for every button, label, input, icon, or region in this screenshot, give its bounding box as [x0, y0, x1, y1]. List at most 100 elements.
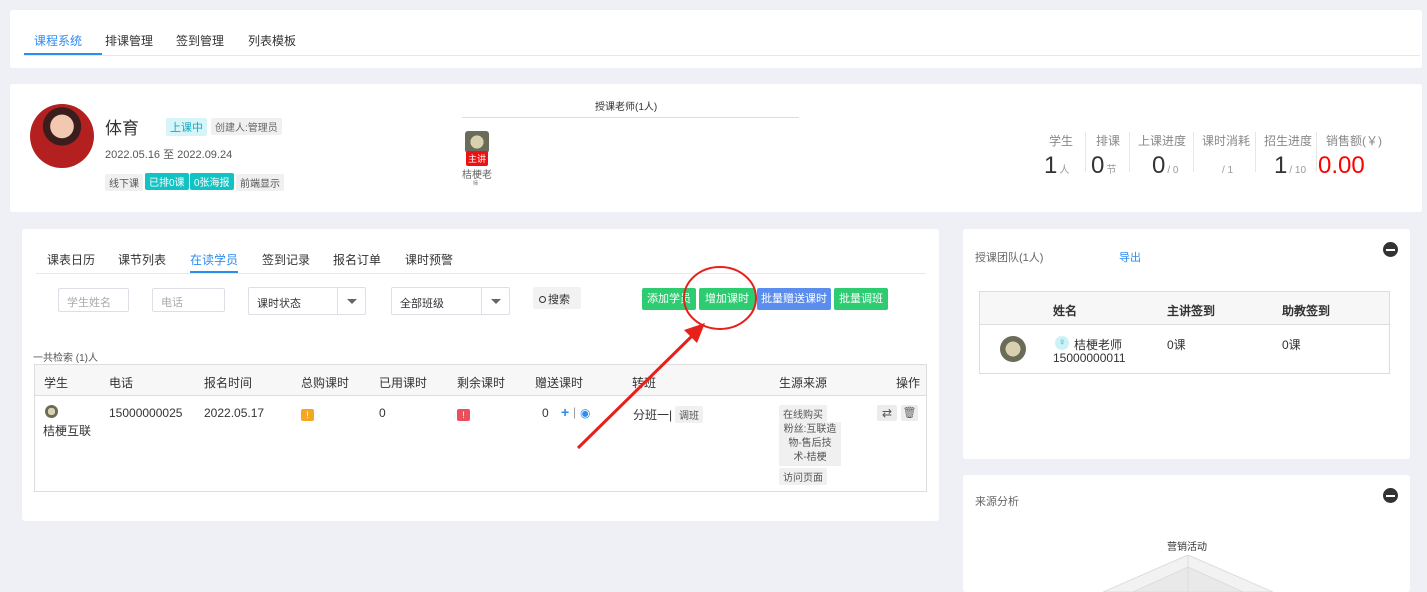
source-collapse-icon[interactable]	[1383, 488, 1398, 503]
subtab-divider	[36, 273, 926, 274]
transfer-class-tag[interactable]: 调班	[675, 406, 703, 423]
teachers-title: 授课老师(1人)	[595, 102, 658, 113]
col-actions: 操作	[896, 376, 921, 390]
student-name-input[interactable]: 学生姓名	[58, 288, 129, 312]
team-col-assist-sign: 助教签到	[1282, 304, 1331, 318]
tag-posters: 0张海报	[190, 173, 234, 190]
source-analysis-card: 来源分析 营销活动	[963, 475, 1410, 592]
teachers-divider	[462, 117, 799, 118]
stat-sep-1	[1085, 132, 1086, 172]
team-member-avatar[interactable]	[1000, 336, 1026, 362]
transfer-icon[interactable]: ⇄	[877, 405, 897, 421]
top-nav-divider	[24, 55, 1420, 56]
subtab-students[interactable]: 在读学员	[190, 251, 238, 268]
tag-offline: 线下课	[105, 174, 143, 191]
lesson-status-select[interactable]: 课时状态	[248, 287, 366, 315]
tag-scheduled: 已排0课	[145, 173, 189, 190]
stat-progress-value: 0/ 0	[1152, 152, 1179, 179]
add-gift-icon[interactable]: +	[561, 404, 569, 420]
stat-sales-label: 销售额(￥)	[1326, 134, 1382, 148]
remain-warning-badge: !	[457, 409, 470, 421]
chevron-down-icon	[337, 288, 365, 314]
students-card: 课表日历 课节列表 在读学员 签到记录 报名订单 课时预警 学生姓名 电话 课时…	[22, 229, 939, 521]
teacher-role-badge: 主讲	[466, 151, 489, 166]
team-assist-sign: 0课	[1282, 338, 1301, 352]
gift-lessons: 0	[542, 406, 549, 420]
subtab-calendar[interactable]: 课表日历	[47, 251, 95, 268]
stat-enroll-value: 1/ 10	[1274, 152, 1307, 179]
member-gender-icon: ♀	[1055, 336, 1069, 350]
team-collapse-icon[interactable]	[1383, 242, 1398, 257]
stat-consume-value: / 1	[1222, 165, 1234, 176]
team-col-main-sign: 主讲签到	[1167, 304, 1216, 318]
top-tab-list-template[interactable]: 列表模板	[248, 32, 296, 49]
student-phone: 15000000025	[109, 406, 183, 420]
team-export-link[interactable]: 导出	[1119, 249, 1141, 265]
add-student-button[interactable]: 添加学员	[642, 288, 696, 310]
used-lessons: 0	[379, 406, 386, 420]
total-warning-badge: !	[301, 409, 314, 421]
total-count: 一共检索 (1)人	[33, 353, 98, 364]
stat-students-value: 1人	[1044, 152, 1070, 179]
radar-chart	[1103, 555, 1273, 592]
course-title: 体育	[105, 119, 139, 138]
eye-icon[interactable]: ◉	[580, 406, 590, 420]
team-table: 姓名 主讲签到 助教签到 ♀ 桔梗老师 15000000011 0课 0课	[979, 291, 1390, 374]
stat-sep-5	[1316, 132, 1317, 172]
student-avatar[interactable]	[45, 405, 58, 418]
top-nav-card: 课程系统 排课管理 签到管理 列表模板	[10, 10, 1422, 68]
stat-enroll-label: 招生进度	[1264, 134, 1313, 148]
team-main-sign: 0课	[1167, 338, 1186, 352]
search-button[interactable]: 搜索	[533, 287, 581, 309]
course-creator-tag: 创建人:管理员	[211, 118, 282, 135]
divider-bar: |	[573, 405, 577, 419]
table-row: 桔梗互联 15000000025 2022.05.17 ! 0 ! 0 + | …	[35, 397, 926, 491]
stat-sep-2	[1129, 132, 1130, 172]
search-icon	[539, 296, 546, 303]
teacher-name: 桔梗老	[462, 170, 492, 181]
course-dates: 2022.05.16 至 2022.09.24	[105, 149, 233, 161]
course-header-card: 体育 上课中 创建人:管理员 2022.05.16 至 2022.09.24 线…	[10, 84, 1422, 212]
stat-sep-4	[1255, 132, 1256, 172]
subtab-warning[interactable]: 课时预警	[405, 251, 453, 268]
col-enroll-date: 报名时间	[204, 376, 253, 390]
add-lessons-button[interactable]: 增加课时	[699, 288, 755, 310]
delete-icon[interactable]: 🗑	[901, 405, 918, 421]
subtab-lessons[interactable]: 课节列表	[118, 251, 166, 268]
course-status-badge: 上课中	[166, 118, 207, 136]
stat-schedule-label: 排课	[1096, 134, 1121, 148]
stat-students-label: 学生	[1049, 134, 1074, 148]
team-col-name: 姓名	[1053, 304, 1078, 318]
subtab-orders[interactable]: 报名订单	[333, 251, 381, 268]
stat-consume-label: 课时消耗	[1202, 134, 1251, 148]
top-tab-course-system[interactable]: 课程系统	[34, 32, 82, 49]
stat-schedule-value: 0节	[1091, 152, 1117, 179]
source-analysis-title: 来源分析	[975, 496, 1019, 508]
phone-input[interactable]: 电话	[152, 288, 225, 312]
col-transfer: 转班	[632, 376, 657, 390]
batch-gift-button[interactable]: 批量赠送课时	[757, 288, 831, 310]
class-name: 分班一|	[633, 408, 673, 422]
stat-sep-3	[1193, 132, 1194, 172]
top-tab-schedule[interactable]: 排课管理	[105, 32, 153, 49]
student-name[interactable]: 桔梗互联	[43, 422, 91, 439]
batch-transfer-button[interactable]: 批量调班	[834, 288, 888, 310]
source-purchase: 在线购买	[779, 405, 827, 422]
chevron-down-icon	[481, 288, 509, 314]
source-visit: 访问页面	[779, 468, 827, 485]
col-student: 学生	[44, 376, 69, 390]
col-source: 生源来源	[779, 376, 828, 390]
col-total: 总购课时	[301, 376, 350, 390]
teacher-avatar[interactable]	[465, 131, 489, 153]
col-gift: 赠送课时	[535, 376, 584, 390]
students-table: 学生 电话 报名时间 总购课时 已用课时 剩余课时 赠送课时 转班 生源来源 操…	[34, 364, 927, 492]
subtab-signin[interactable]: 签到记录	[262, 251, 310, 268]
col-remain: 剩余课时	[457, 376, 506, 390]
top-tab-signin[interactable]: 签到管理	[176, 32, 224, 49]
col-used: 已用课时	[379, 376, 428, 390]
class-select[interactable]: 全部班级	[391, 287, 510, 315]
teacher-name-cont: 师	[473, 181, 479, 187]
stat-progress-label: 上课进度	[1138, 134, 1187, 148]
course-avatar[interactable]	[30, 104, 94, 168]
stat-sales-value: 0.00	[1318, 152, 1365, 179]
